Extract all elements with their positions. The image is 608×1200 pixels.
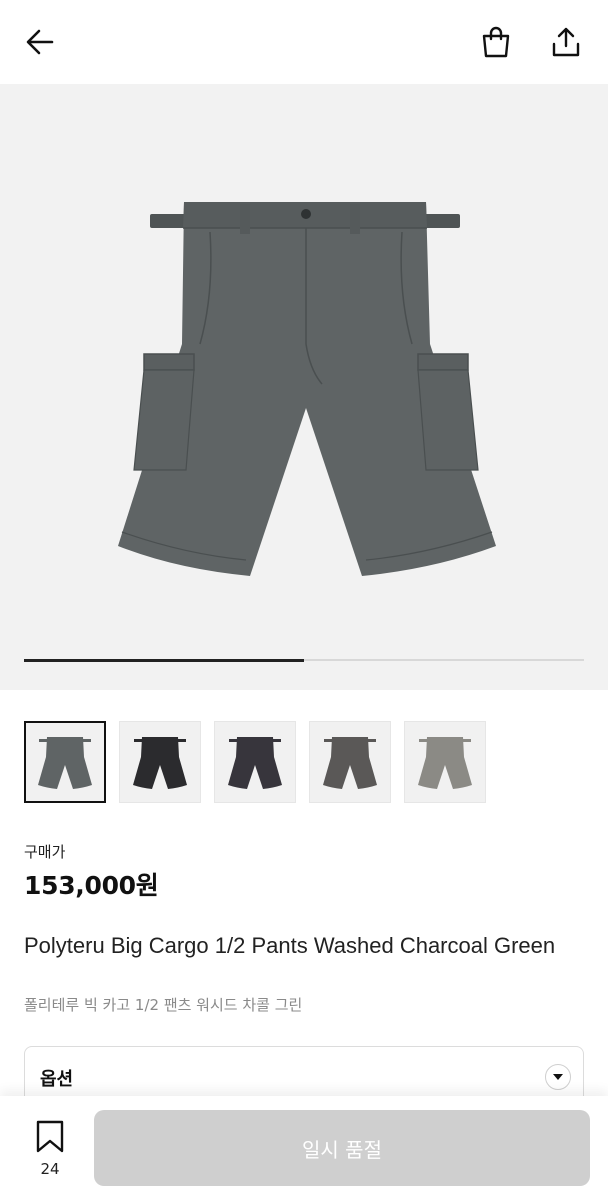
bottom-action-bar: 24 일시 품절 — [0, 1096, 608, 1200]
product-title-english: Polyteru Big Cargo 1/2 Pants Washed Char… — [24, 933, 556, 958]
color-thumbnail[interactable] — [404, 721, 486, 803]
color-thumbnail[interactable] — [24, 721, 106, 803]
gallery-progress-track — [24, 658, 584, 662]
share-icon — [552, 27, 580, 57]
thumbnail-image — [418, 737, 472, 789]
thumbnail-image — [228, 737, 282, 789]
color-thumbnail-list — [24, 721, 486, 803]
thumbnail-image — [323, 737, 377, 789]
price-label: 구매가 — [24, 843, 66, 861]
share-button[interactable] — [546, 22, 586, 62]
bookmark-button[interactable]: 24 — [26, 1118, 74, 1182]
price-value: 153,000원 — [24, 871, 159, 900]
shopping-bag-button[interactable] — [476, 22, 516, 62]
bookmark-icon — [36, 1120, 64, 1153]
thumbnail-image — [133, 737, 187, 789]
option-label: 옵션 — [40, 1069, 74, 1090]
chevron-down-icon — [545, 1064, 571, 1090]
soldout-button[interactable]: 일시 품절 — [94, 1110, 590, 1186]
thumbnail-image — [38, 737, 92, 789]
bookmark-count: 24 — [40, 1160, 60, 1178]
arrow-left-icon — [26, 29, 54, 55]
product-image-gallery[interactable] — [0, 84, 608, 690]
shopping-bag-icon — [482, 26, 510, 58]
back-button[interactable] — [20, 22, 60, 62]
product-title-korean: 폴리테루 빅 카고 1/2 팬츠 워시드 차콜 그린 — [24, 996, 303, 1014]
gallery-progress-fill — [24, 658, 304, 662]
top-navigation-bar — [0, 0, 608, 84]
color-thumbnail[interactable] — [214, 721, 296, 803]
color-thumbnail[interactable] — [309, 721, 391, 803]
product-image — [118, 202, 496, 576]
color-thumbnail[interactable] — [119, 721, 201, 803]
